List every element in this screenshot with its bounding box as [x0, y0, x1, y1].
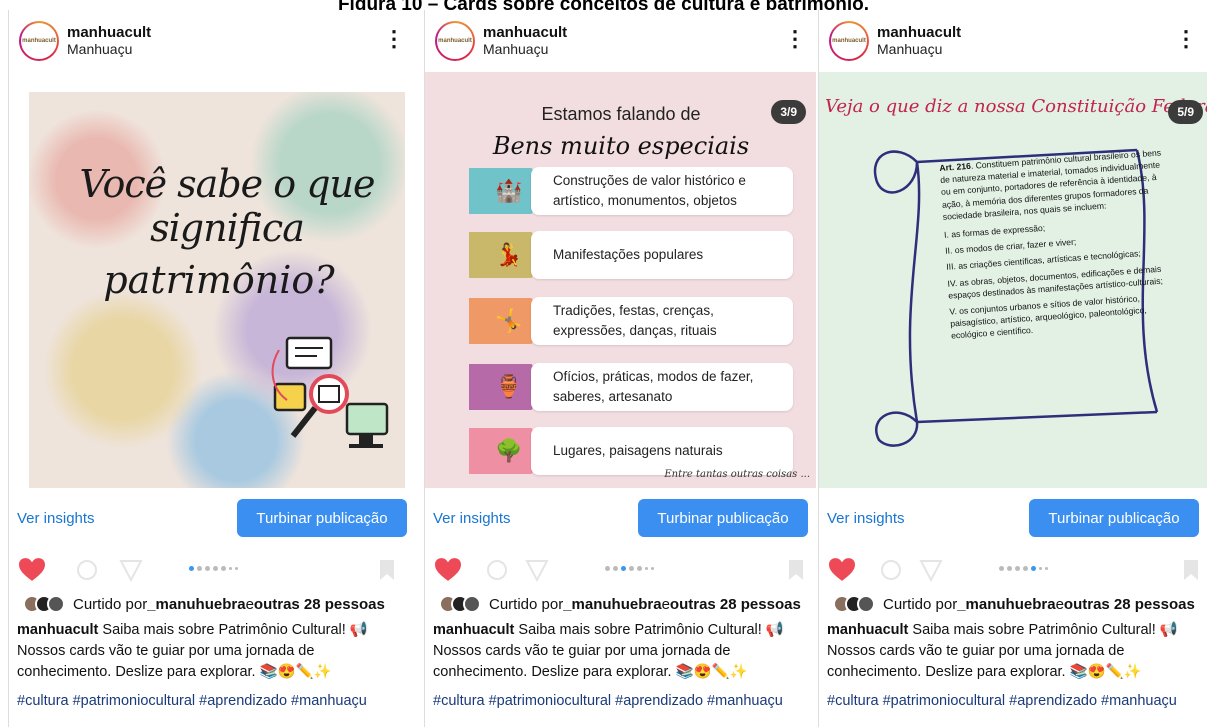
carousel-indicator — [605, 566, 654, 571]
bookmark-icon[interactable] — [375, 558, 399, 582]
slide-heading: Bens muito especiais — [492, 132, 750, 160]
carousel-dot — [1045, 567, 1048, 570]
slide-footer: Entre tantas outras coisas ... — [664, 469, 810, 480]
carousel-dot — [197, 566, 202, 571]
post-caption: manhuacult Saiba mais sobre Patrimônio C… — [827, 622, 1178, 680]
view-insights-link[interactable]: Ver insights — [433, 510, 511, 527]
view-insights-link[interactable]: Ver insights — [17, 510, 95, 527]
hashtags[interactable]: #cultura #patrimoniocultural #aprendizad… — [9, 683, 415, 709]
boost-post-button[interactable]: Turbinar publicação — [638, 499, 808, 537]
carousel-dot — [629, 566, 634, 571]
view-insights-link[interactable]: Ver insights — [827, 510, 905, 527]
bookmark-icon[interactable] — [1179, 558, 1203, 582]
share-icon[interactable] — [119, 558, 143, 582]
post-header: manhuacult manhuacult Manhuaçu ⋮ — [425, 10, 816, 72]
location[interactable]: Manhuaçu — [67, 41, 151, 57]
post-card-2: manhuacult manhuacult Manhuaçu ⋮ Estamos… — [424, 10, 816, 727]
post-card-3: manhuacult manhuacult Manhuaçu ⋮ Veja o … — [818, 10, 1207, 727]
likes-summary[interactable]: Curtido por _manuhuebra e outras 28 pess… — [9, 592, 415, 616]
slide-heading: Veja o que diz a nossa Constituição Fede… — [825, 96, 1207, 117]
share-icon[interactable] — [525, 558, 549, 582]
constitution-article: Art. 216. Constituem patrimônio cultural… — [939, 147, 1164, 342]
carousel-dot — [651, 567, 654, 570]
comment-icon[interactable] — [75, 558, 99, 582]
hashtags[interactable]: #cultura #patrimoniocultural #aprendizad… — [425, 683, 816, 709]
carousel-dot — [1023, 566, 1028, 571]
carousel-dot — [221, 566, 226, 571]
carousel-dot — [645, 567, 648, 570]
slide-heading: Você sabe o que significa — [79, 162, 376, 250]
post-caption: manhuacult Saiba mais sobre Patrimônio C… — [433, 622, 784, 680]
liker-avatars — [439, 595, 481, 613]
category-item: 🤸 Tradições, festas, crenças, expressões,… — [469, 297, 793, 345]
avatar[interactable]: manhuacult — [829, 21, 869, 61]
carousel-dot — [1015, 566, 1020, 571]
slide-heading: patrimônio? — [103, 258, 335, 302]
post-card-1: manhuacult manhuacult Manhuaçu ⋮ Você sa… — [8, 10, 415, 727]
category-item: 🏰 Construções de valor histórico e artíst… — [469, 167, 793, 215]
carousel-dot — [1031, 566, 1036, 571]
comment-icon[interactable] — [879, 558, 903, 582]
heart-icon[interactable] — [435, 558, 461, 582]
slide-counter: 5/9 — [1168, 100, 1203, 124]
location[interactable]: Manhuaçu — [877, 41, 961, 57]
carousel-dot — [205, 566, 210, 571]
username[interactable]: manhuacult — [483, 25, 567, 41]
heart-icon[interactable] — [829, 558, 855, 582]
carousel-dot — [229, 567, 232, 570]
carousel-dot — [999, 566, 1004, 571]
more-options-icon[interactable]: ⋮ — [784, 28, 806, 50]
username[interactable]: manhuacult — [877, 25, 961, 41]
share-icon[interactable] — [919, 558, 943, 582]
carousel-dot — [637, 566, 642, 571]
likes-summary[interactable]: Curtido por _manuhuebra e outras 28 pess… — [425, 592, 816, 616]
post-caption: manhuacult Saiba mais sobre Patrimônio C… — [17, 622, 368, 680]
carousel-slide[interactable]: Veja o que diz a nossa Constituição Fede… — [819, 72, 1207, 488]
carousel-dot — [605, 566, 610, 571]
carousel-dot — [235, 567, 238, 570]
location[interactable]: Manhuaçu — [483, 41, 567, 57]
more-options-icon[interactable]: ⋮ — [383, 28, 405, 50]
avatar[interactable]: manhuacult — [435, 21, 475, 61]
carousel-dot — [613, 566, 618, 571]
comment-icon[interactable] — [485, 558, 509, 582]
bookmark-icon[interactable] — [784, 558, 808, 582]
carousel-indicator — [999, 566, 1048, 571]
carousel-dot — [621, 566, 626, 571]
post-header: manhuacult manhuacult Manhuaçu ⋮ — [9, 10, 415, 72]
carousel-dot — [189, 566, 194, 571]
category-item: 💃 Manifestações populares — [469, 231, 793, 279]
carousel-dot — [213, 566, 218, 571]
boost-post-button[interactable]: Turbinar publicação — [1029, 499, 1199, 537]
boost-post-button[interactable]: Turbinar publicação — [237, 499, 407, 537]
likes-summary[interactable]: Curtido por _manuhuebra e outras 28 pess… — [819, 592, 1207, 616]
carousel-dot — [1007, 566, 1012, 571]
username[interactable]: manhuacult — [67, 25, 151, 41]
liker-avatars — [23, 595, 65, 613]
heart-icon[interactable] — [19, 558, 45, 582]
category-item: 🌳 Lugares, paisagens naturais — [469, 427, 793, 475]
avatar[interactable]: manhuacult — [19, 21, 59, 61]
carousel-dot — [1039, 567, 1042, 570]
more-options-icon[interactable]: ⋮ — [1175, 28, 1197, 50]
carousel-indicator — [189, 566, 238, 571]
slide-intro: Estamos falando de — [541, 104, 701, 124]
hashtags[interactable]: #cultura #patrimoniocultural #aprendizad… — [819, 683, 1207, 709]
carousel-slide[interactable]: Estamos falando de Bens muito especiais … — [425, 72, 816, 488]
liker-avatars — [833, 595, 875, 613]
slide-counter: 3/9 — [771, 100, 806, 124]
carousel-slide[interactable]: Você sabe o que significa patrimônio? — [29, 92, 405, 488]
category-item: 🏺 Ofícios, práticas, modos de fazer, sabe… — [469, 363, 793, 411]
post-header: manhuacult manhuacult Manhuaçu ⋮ — [819, 10, 1207, 72]
search-document-illustration-icon — [271, 336, 389, 448]
